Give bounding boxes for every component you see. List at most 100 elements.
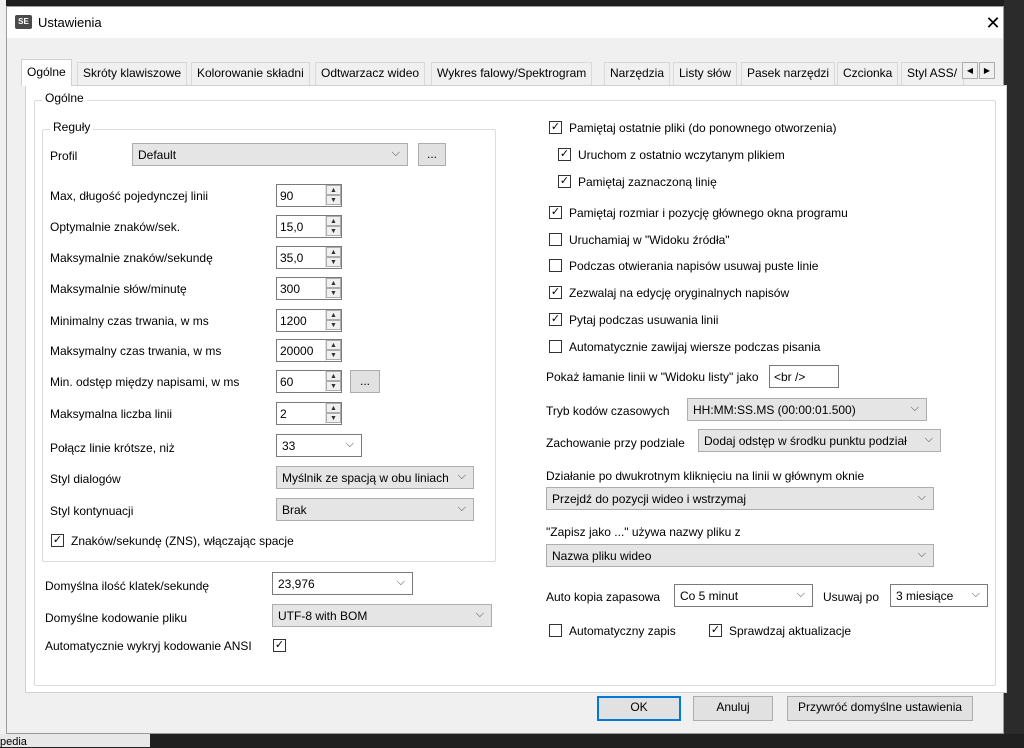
max-line-length-stepper[interactable]: 90 ▲ ▼ <box>276 184 342 207</box>
save-as-name-select[interactable]: Nazwa pliku wideo ⌵ <box>546 544 934 567</box>
stepper-up-icon[interactable]: ▲ <box>326 403 341 413</box>
background-app-bottom <box>0 734 1024 747</box>
max-lines-stepper[interactable]: 2 ▲ ▼ <box>276 402 342 425</box>
ok-button[interactable]: OK <box>597 696 681 721</box>
start-with-last-file-label: Uruchom z ostatnio wczytanym plikiem <box>578 148 785 162</box>
cancel-button[interactable]: Anuluj <box>693 696 773 721</box>
continuation-style-select[interactable]: Brak ⌵ <box>276 498 474 521</box>
chevron-down-icon: ⌵ <box>345 438 354 450</box>
tab-font[interactable]: Czcionka <box>837 62 899 85</box>
dialog-style-select[interactable]: Myślnik ze spacją w obu liniach ⌵ <box>276 466 474 489</box>
encoding-select[interactable]: UTF-8 with BOM ⌵ <box>272 604 492 627</box>
tab-scroll-left-icon[interactable]: ◀ <box>962 62 978 79</box>
window-title: Ustawienia <box>38 15 102 30</box>
tab-scroll-right-icon[interactable]: ▶ <box>979 62 995 79</box>
stepper-up-icon[interactable]: ▲ <box>326 216 341 226</box>
allow-edit-original-checkbox[interactable]: ✓ <box>549 286 562 299</box>
check-updates-checkbox[interactable]: ✓ <box>709 624 722 637</box>
optimal-cps-stepper[interactable]: 15,0 ▲ ▼ <box>276 215 342 238</box>
tab-ass-style[interactable]: Styl ASS/ <box>901 62 964 85</box>
tab-shortcuts[interactable]: Skróty klawiszowe <box>77 62 188 85</box>
cps-spaces-checkbox[interactable]: ✓ <box>51 534 64 547</box>
stepper-down-icon[interactable]: ▼ <box>326 226 341 236</box>
merge-shorter-select[interactable]: 33 ⌵ <box>276 434 362 457</box>
close-icon[interactable]: ✕ <box>979 11 1007 35</box>
stepper-up-icon[interactable]: ▲ <box>326 185 341 195</box>
encoding-label: Domyślne kodowanie pliku <box>45 611 188 625</box>
max-wpm-label: Maksymalnie słów/minutę <box>50 282 187 296</box>
stepper-down-icon[interactable]: ▼ <box>326 288 341 298</box>
double-click-action-label: Działanie po dwukrotnym kliknięciu na li… <box>546 469 865 483</box>
stepper-down-icon[interactable]: ▼ <box>326 350 341 360</box>
stepper-up-icon[interactable]: ▲ <box>326 247 341 257</box>
line-break-label: Pokaż łamanie linii w "Widoku listy" jak… <box>546 370 759 384</box>
min-gap-options-button[interactable]: ... <box>350 370 380 393</box>
remember-selected-line-checkbox[interactable]: ✓ <box>558 175 571 188</box>
remove-blank-lines-label: Podczas otwierania napisów usuwaj puste … <box>569 259 819 273</box>
merge-shorter-label: Połącz linie krótsze, niż <box>50 441 175 455</box>
timecode-mode-select[interactable]: HH:MM:SS.MS (00:00:01.500) ⌵ <box>687 398 927 421</box>
stepper-down-icon[interactable]: ▼ <box>326 257 341 267</box>
remember-window-size-checkbox[interactable]: ✓ <box>549 206 562 219</box>
min-gap-stepper[interactable]: 60 ▲ ▼ <box>276 370 342 393</box>
stepper-down-icon[interactable]: ▼ <box>326 381 341 391</box>
double-click-action-select[interactable]: Przejdź do pozycji wideo i wstrzymaj ⌵ <box>546 487 934 510</box>
chevron-down-icon: ⌵ <box>917 491 926 503</box>
tab-waveform[interactable]: Wykres falowy/Spektrogram <box>431 62 593 85</box>
remember-recent-files-checkbox[interactable]: ✓ <box>549 121 562 134</box>
rules-group-label: Reguły <box>50 120 94 134</box>
stepper-up-icon[interactable]: ▲ <box>326 371 341 381</box>
framerate-select[interactable]: 23,976 ⌵ <box>272 572 413 595</box>
stepper-up-icon[interactable]: ▲ <box>326 310 341 320</box>
delete-after-label: Usuwaj po <box>823 590 880 604</box>
app-icon: SE <box>15 15 32 29</box>
split-behavior-select[interactable]: Dodaj odstęp w środku punktu podział ⌵ <box>698 429 941 452</box>
start-in-source-view-label: Uruchamiaj w "Widoku źródła" <box>569 233 730 247</box>
stepper-down-icon[interactable]: ▼ <box>326 195 341 205</box>
auto-backup-select[interactable]: Co 5 minut ⌵ <box>674 584 813 607</box>
ansi-detect-checkbox[interactable]: ✓ <box>273 639 286 652</box>
min-gap-label: Min. odstęp między napisami, w ms <box>50 375 240 389</box>
tab-tools[interactable]: Narzędzia <box>604 62 671 85</box>
auto-save-checkbox[interactable] <box>549 624 562 637</box>
line-break-input[interactable]: <br /> <box>769 365 839 388</box>
settings-window: SE Ustawienia ✕ Ogólne Skróty klawiszowe… <box>6 6 1007 734</box>
max-wpm-stepper[interactable]: 300 ▲ ▼ <box>276 277 342 300</box>
ansi-detect-label: Automatycznie wykryj kodowanie ANSI <box>45 639 252 653</box>
check-updates-label: Sprawdzaj aktualizacje <box>729 624 852 638</box>
remember-recent-files-label: Pamiętaj ostatnie pliki (do ponownego ot… <box>569 121 837 135</box>
min-duration-stepper[interactable]: 1200 ▲ ▼ <box>276 309 342 332</box>
remember-window-size-label: Pamiętaj rozmiar i pozycję głównego okna… <box>569 206 848 220</box>
background-fragment-text: pedia <box>0 736 27 748</box>
min-duration-label: Minimalny czas trwania, w ms <box>50 314 209 328</box>
stepper-down-icon[interactable]: ▼ <box>326 413 341 423</box>
restore-defaults-button[interactable]: Przywróć domyślne ustawienia <box>787 696 973 721</box>
tab-toolbar[interactable]: Pasek narzędzi <box>741 62 836 85</box>
tab-video-player[interactable]: Odtwarzacz wideo <box>315 62 426 85</box>
chevron-down-icon: ⌵ <box>457 470 466 482</box>
max-cps-stepper[interactable]: 35,0 ▲ ▼ <box>276 246 342 269</box>
profile-select[interactable]: Default ⌵ <box>132 143 408 166</box>
auto-wrap-label: Automatycznie zawijaj wiersze podczas pi… <box>569 340 821 354</box>
chevron-down-icon: ⌵ <box>971 588 980 600</box>
chevron-down-icon: ⌵ <box>457 502 466 514</box>
stepper-down-icon[interactable]: ▼ <box>326 320 341 330</box>
remove-blank-lines-checkbox[interactable] <box>549 259 562 272</box>
profile-edit-button[interactable]: ... <box>418 143 446 166</box>
stepper-up-icon[interactable]: ▲ <box>326 340 341 350</box>
start-with-last-file-checkbox[interactable]: ✓ <box>558 148 571 161</box>
chevron-down-icon: ⌵ <box>391 147 400 159</box>
delete-after-select[interactable]: 3 miesiące ⌵ <box>890 584 988 607</box>
stepper-up-icon[interactable]: ▲ <box>326 278 341 288</box>
auto-wrap-checkbox[interactable] <box>549 340 562 353</box>
tab-word-lists[interactable]: Listy słów <box>673 62 738 85</box>
dialog-style-label: Styl dialogów <box>50 472 121 486</box>
tab-general[interactable]: Ogólne <box>21 59 72 86</box>
prompt-delete-lines-checkbox[interactable]: ✓ <box>549 313 562 326</box>
max-duration-stepper[interactable]: 20000 ▲ ▼ <box>276 339 342 362</box>
max-cps-label: Maksymalnie znaków/sekundę <box>50 251 213 265</box>
tab-syntax-coloring[interactable]: Kolorowanie składni <box>191 62 310 85</box>
start-in-source-view-checkbox[interactable] <box>549 233 562 246</box>
chevron-down-icon: ⌵ <box>475 608 484 620</box>
general-group-label: Ogólne <box>42 91 87 105</box>
